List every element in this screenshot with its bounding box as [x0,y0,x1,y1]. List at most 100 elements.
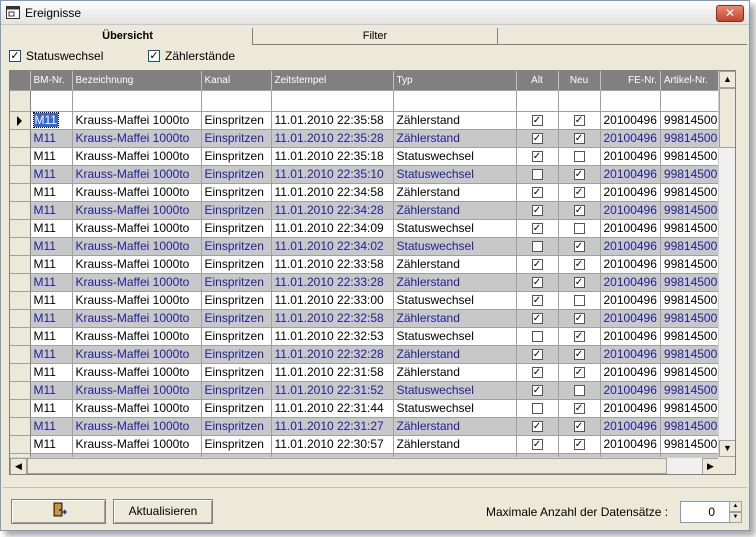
cell-bm-nr[interactable]: M11 [30,309,73,328]
cell-typ[interactable]: Statuswechsel [393,219,517,238]
alt-checkbox[interactable]: ✓ [531,385,543,397]
cell-kanal[interactable]: Einspritzen [201,309,272,328]
cell-zeitstempel[interactable]: 11.01.2010 22:34:28 [271,201,394,220]
statuswechsel-checkbox[interactable]: ✓ Statuswechsel [9,49,103,63]
cell-zeitstempel[interactable]: 11.01.2010 22:32:58 [271,309,394,328]
zaehlerstaende-checkbox[interactable]: ✓ Zählerstände [148,49,235,63]
neu-checkbox[interactable]: ✓ [573,133,585,145]
cell-bm-nr[interactable]: M11 [30,111,73,130]
cell-typ[interactable]: Statuswechsel [393,327,517,346]
cell-alt[interactable]: ✓ [516,183,559,202]
cell-bm-nr[interactable]: M11 [30,129,73,148]
column-header-artikel-nr[interactable]: Artikel-Nr. [660,71,722,91]
table-row[interactable]: M11Krauss-Maffei 1000toEinspritzen11.01.… [10,291,722,310]
cell-artikel-nr[interactable]: 99814500 [660,273,722,292]
alt-checkbox[interactable]: ✓ [531,223,543,235]
cell-alt[interactable] [516,327,559,346]
cell-bm-nr[interactable]: M11 [30,399,73,418]
cell-kanal[interactable]: Einspritzen [201,129,272,148]
cell-bm-nr[interactable]: M11 [30,363,73,382]
table-row[interactable]: M11Krauss-Maffei 1000toEinspritzen11.01.… [10,399,722,418]
cell-zeitstempel[interactable]: 11.01.2010 22:35:10 [271,165,394,184]
neu-checkbox[interactable]: ✓ [573,115,585,127]
alt-checkbox[interactable] [531,331,543,343]
alt-checkbox[interactable]: ✓ [531,367,543,379]
cell-artikel-nr[interactable]: 99814500 [660,183,722,202]
row-selector[interactable] [10,381,31,400]
cell-kanal[interactable]: Einspritzen [201,237,272,256]
alt-checkbox[interactable]: ✓ [531,133,543,145]
cell-typ[interactable]: Zählerstand [393,309,517,328]
cell-neu[interactable]: ✓ [558,183,601,202]
cell-alt[interactable]: ✓ [516,291,559,310]
cell-bm-nr[interactable]: M11 [30,255,73,274]
cell-alt[interactable]: ✓ [516,381,559,400]
cell-zeitstempel[interactable]: 11.01.2010 22:32:28 [271,345,394,364]
alt-checkbox[interactable] [531,169,543,181]
table-row[interactable]: M11Krauss-Maffei 1000toEinspritzen11.01.… [10,273,722,292]
cell-kanal[interactable]: Einspritzen [201,165,272,184]
cell-fe-nr[interactable]: 20100496 [600,255,661,274]
cell-bm-nr[interactable]: M11 [30,435,73,454]
neu-checkbox[interactable]: ✓ [573,349,585,361]
cell-bezeichnung[interactable]: Krauss-Maffei 1000to [72,399,202,418]
cell-neu[interactable]: ✓ [558,345,601,364]
tab-uebersicht[interactable]: Übersicht [3,28,253,45]
cell-alt[interactable]: ✓ [516,345,559,364]
cell-neu[interactable] [558,291,601,310]
cell-typ[interactable]: Zählerstand [393,111,517,130]
filter-cell-alt[interactable] [516,90,559,112]
cell-neu[interactable]: ✓ [558,417,601,436]
cell-typ[interactable]: Statuswechsel [393,165,517,184]
alt-checkbox[interactable]: ✓ [531,439,543,451]
alt-checkbox[interactable] [531,241,543,253]
cell-neu[interactable]: ✓ [558,327,601,346]
vertical-scroll-thumb[interactable] [719,88,735,148]
vertical-scrollbar[interactable]: ▲ ▼ [718,71,735,457]
cell-neu[interactable] [558,219,601,238]
scroll-up-button[interactable]: ▲ [719,71,735,88]
cell-zeitstempel[interactable]: 11.01.2010 22:35:28 [271,129,394,148]
cell-fe-nr[interactable]: 20100496 [600,237,661,256]
alt-checkbox[interactable] [531,403,543,415]
neu-checkbox[interactable]: ✓ [573,187,585,199]
cell-alt[interactable]: ✓ [516,435,559,454]
cell-typ[interactable]: Zählerstand [393,363,517,382]
alt-checkbox[interactable]: ✓ [531,295,543,307]
cell-alt[interactable]: ✓ [516,147,559,166]
cell-fe-nr[interactable]: 20100496 [600,327,661,346]
cell-zeitstempel[interactable]: 11.01.2010 22:35:58 [271,111,394,130]
cell-artikel-nr[interactable]: 99814500 [660,129,722,148]
row-selector[interactable] [10,417,31,436]
cell-bezeichnung[interactable]: Krauss-Maffei 1000to [72,435,202,454]
cell-zeitstempel[interactable]: 11.01.2010 22:33:00 [271,291,394,310]
cell-bezeichnung[interactable]: Krauss-Maffei 1000to [72,201,202,220]
cell-fe-nr[interactable]: 20100496 [600,129,661,148]
neu-checkbox[interactable]: ✓ [573,205,585,217]
row-selector[interactable] [10,273,31,292]
table-row[interactable]: M11Krauss-Maffei 1000toEinspritzen11.01.… [10,381,722,400]
row-selector[interactable] [10,435,31,454]
spin-down-button[interactable]: ▼ [729,512,742,523]
alt-checkbox[interactable]: ✓ [531,277,543,289]
cell-alt[interactable]: ✓ [516,417,559,436]
table-row[interactable]: M11Krauss-Maffei 1000toEinspritzen11.01.… [10,237,722,256]
scroll-left-button[interactable]: ◀ [10,458,27,474]
cell-fe-nr[interactable]: 20100496 [600,309,661,328]
cell-bezeichnung[interactable]: Krauss-Maffei 1000to [72,309,202,328]
cell-artikel-nr[interactable]: 99814500 [660,165,722,184]
cell-zeitstempel[interactable]: 11.01.2010 22:32:53 [271,327,394,346]
cell-kanal[interactable]: Einspritzen [201,273,272,292]
exit-button[interactable] [11,499,106,524]
cell-artikel-nr[interactable]: 99814500 [660,345,722,364]
cell-neu[interactable]: ✓ [558,255,601,274]
cell-bm-nr[interactable]: M11 [30,147,73,166]
cell-kanal[interactable]: Einspritzen [201,417,272,436]
cell-typ[interactable]: Statuswechsel [393,291,517,310]
cell-bezeichnung[interactable]: Krauss-Maffei 1000to [72,219,202,238]
cell-bm-nr[interactable]: M11 [30,183,73,202]
cell-bm-nr[interactable]: M11 [30,219,73,238]
cell-bm-nr[interactable]: M11 [30,291,73,310]
filter-cell-kanal[interactable] [201,90,272,112]
alt-checkbox[interactable]: ✓ [531,313,543,325]
